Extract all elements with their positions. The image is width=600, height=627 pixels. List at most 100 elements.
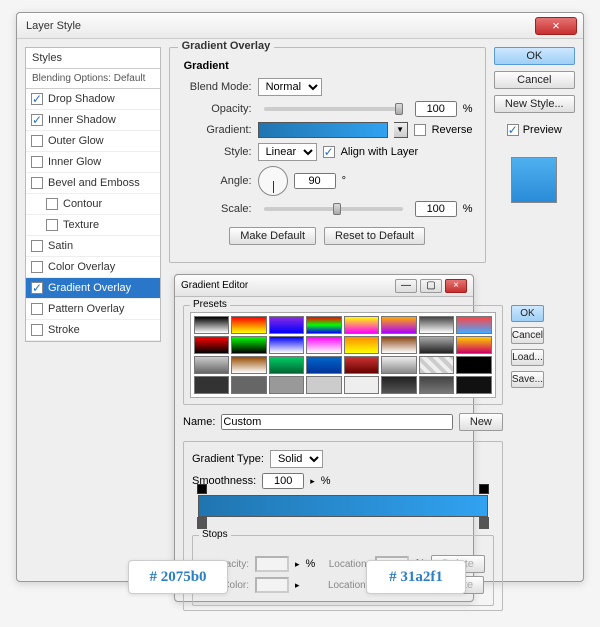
smoothness-drop-icon[interactable]: ▸ (310, 476, 315, 487)
preset-swatch[interactable] (194, 336, 229, 354)
scale-input[interactable] (415, 201, 457, 217)
preset-swatch[interactable] (456, 376, 492, 394)
preset-swatch[interactable] (306, 356, 341, 374)
preset-swatch[interactable] (269, 376, 304, 394)
preset-swatch[interactable] (306, 376, 341, 394)
style-item-contour[interactable]: Contour (26, 194, 160, 215)
opacity-input[interactable] (415, 101, 457, 117)
preset-swatch[interactable] (269, 316, 304, 334)
style-item-satin[interactable]: Satin (26, 236, 160, 257)
preset-swatch[interactable] (456, 316, 492, 334)
titlebar[interactable]: Layer Style × (17, 13, 583, 39)
preset-swatch[interactable] (419, 336, 454, 354)
style-checkbox[interactable] (31, 282, 43, 294)
style-checkbox[interactable] (31, 114, 43, 126)
style-item-drop-shadow[interactable]: Drop Shadow (26, 89, 160, 110)
reverse-checkbox[interactable] (414, 124, 426, 136)
preview-checkbox[interactable] (507, 124, 519, 136)
pct-label-3: % (321, 475, 331, 487)
reset-default-button[interactable]: Reset to Default (324, 227, 425, 245)
preset-swatch[interactable] (381, 376, 416, 394)
style-checkbox[interactable] (31, 324, 43, 336)
cancel-button[interactable]: Cancel (494, 71, 575, 89)
ok-button[interactable]: OK (494, 47, 575, 65)
style-checkbox[interactable] (31, 156, 43, 168)
new-gradient-button[interactable]: New (459, 413, 503, 431)
editor-ok-button[interactable]: OK (511, 305, 544, 322)
preset-swatch[interactable] (231, 356, 266, 374)
style-item-inner-glow[interactable]: Inner Glow (26, 152, 160, 173)
style-item-bevel-and-emboss[interactable]: Bevel and Emboss (26, 173, 160, 194)
style-checkbox[interactable] (46, 219, 58, 231)
stop-color-input (255, 577, 289, 593)
gradient-bar[interactable] (198, 495, 488, 517)
style-item-outer-glow[interactable]: Outer Glow (26, 131, 160, 152)
gradient-swatch[interactable] (258, 122, 388, 138)
preset-swatch[interactable] (381, 316, 416, 334)
opacity-stop-right[interactable] (479, 484, 489, 494)
blend-mode-select[interactable]: Normal (258, 78, 322, 96)
preset-swatch[interactable] (269, 356, 304, 374)
style-checkbox[interactable] (31, 240, 43, 252)
preset-swatch[interactable] (306, 316, 341, 334)
color-stop-left[interactable] (197, 517, 207, 529)
preset-swatch[interactable] (456, 356, 492, 374)
preset-swatch[interactable] (381, 356, 416, 374)
maximize-icon[interactable]: ▢ (420, 279, 442, 293)
new-style-button[interactable]: New Style... (494, 95, 575, 113)
preset-swatch[interactable] (381, 336, 416, 354)
preset-swatch[interactable] (231, 376, 266, 394)
style-checkbox[interactable] (31, 177, 43, 189)
preset-swatch[interactable] (194, 376, 229, 394)
gradient-dropdown-icon[interactable]: ▼ (394, 122, 408, 138)
preset-grid[interactable] (190, 312, 496, 398)
blending-options[interactable]: Blending Options: Default (26, 69, 160, 89)
preset-swatch[interactable] (344, 376, 379, 394)
minimize-icon[interactable]: — (395, 279, 417, 293)
angle-input[interactable] (294, 173, 336, 189)
editor-save-button[interactable]: Save... (511, 371, 544, 388)
preset-swatch[interactable] (344, 316, 379, 334)
editor-titlebar[interactable]: Gradient Editor — ▢ × (175, 275, 473, 297)
preset-swatch[interactable] (231, 336, 266, 354)
gradient-name-input[interactable] (221, 414, 452, 430)
preset-swatch[interactable] (456, 336, 492, 354)
preset-swatch[interactable] (231, 316, 266, 334)
opacity-slider[interactable] (264, 107, 403, 111)
style-checkbox[interactable] (31, 93, 43, 105)
style-item-texture[interactable]: Texture (26, 215, 160, 236)
style-item-inner-shadow[interactable]: Inner Shadow (26, 110, 160, 131)
style-item-stroke[interactable]: Stroke (26, 320, 160, 341)
make-default-button[interactable]: Make Default (229, 227, 316, 245)
style-checkbox[interactable] (31, 135, 43, 147)
style-item-gradient-overlay[interactable]: Gradient Overlay (26, 278, 160, 299)
editor-load-button[interactable]: Load... (511, 349, 544, 366)
preset-swatch[interactable] (419, 376, 454, 394)
preset-swatch[interactable] (306, 336, 341, 354)
style-checkbox[interactable] (46, 198, 58, 210)
preset-swatch[interactable] (419, 316, 454, 334)
style-item-color-overlay[interactable]: Color Overlay (26, 257, 160, 278)
color-stop-right[interactable] (479, 517, 489, 529)
styles-header[interactable]: Styles (26, 48, 160, 69)
opacity-stop-left[interactable] (197, 484, 207, 494)
close-icon[interactable]: × (535, 17, 577, 35)
style-checkbox[interactable] (31, 261, 43, 273)
preset-swatch[interactable] (269, 336, 304, 354)
preset-swatch[interactable] (344, 356, 379, 374)
preset-swatch[interactable] (344, 336, 379, 354)
smoothness-input[interactable] (262, 473, 304, 489)
preset-swatch[interactable] (419, 356, 454, 374)
reverse-label: Reverse (432, 124, 473, 136)
preset-swatch[interactable] (194, 356, 229, 374)
scale-slider[interactable] (264, 207, 403, 211)
angle-dial[interactable] (258, 166, 288, 196)
style-checkbox[interactable] (31, 303, 43, 315)
editor-cancel-button[interactable]: Cancel (511, 327, 544, 344)
style-select[interactable]: Linear (258, 143, 317, 161)
preset-swatch[interactable] (194, 316, 229, 334)
style-item-pattern-overlay[interactable]: Pattern Overlay (26, 299, 160, 320)
grad-type-select[interactable]: Solid (270, 450, 323, 468)
editor-close-icon[interactable]: × (445, 279, 467, 293)
align-checkbox[interactable] (323, 146, 335, 158)
